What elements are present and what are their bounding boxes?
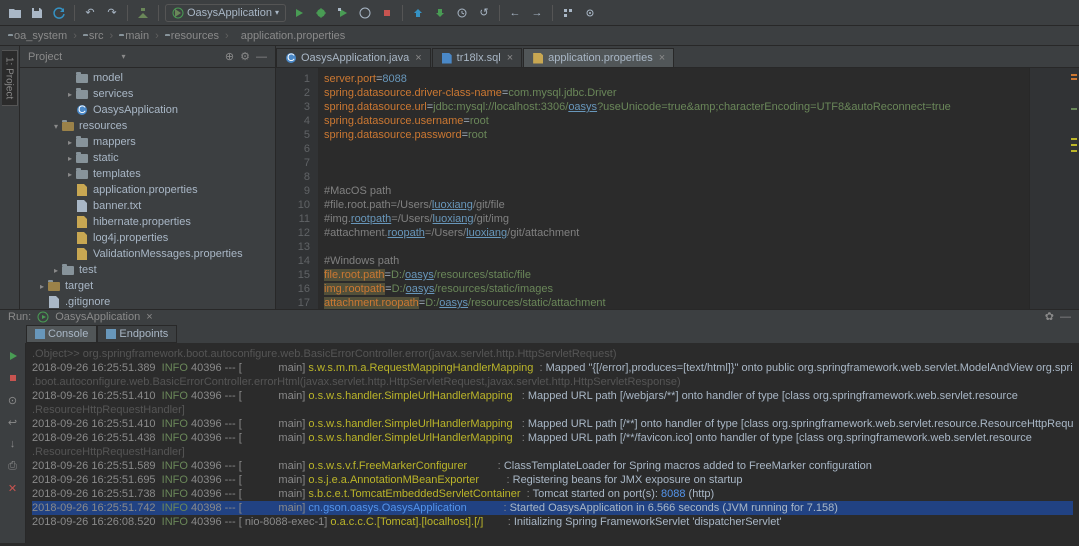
tree-node[interactable]: ▸target <box>20 278 275 294</box>
editor-tab[interactable]: COasysApplication.java× <box>276 48 431 67</box>
bc-2[interactable]: main <box>125 30 149 42</box>
stop-icon[interactable] <box>4 369 22 387</box>
bc-3[interactable]: resources <box>171 30 219 42</box>
vcs-update-icon[interactable] <box>409 4 427 22</box>
scroll-end-icon[interactable]: ↓ <box>4 435 22 453</box>
close-icon[interactable]: × <box>415 52 421 64</box>
editor-area: COasysApplication.java×tr18lx.sql×applic… <box>276 46 1079 309</box>
run-tab[interactable]: Endpoints <box>97 325 177 343</box>
close-icon[interactable]: × <box>507 52 513 64</box>
stop-icon[interactable] <box>378 4 396 22</box>
editor-tab[interactable]: application.properties× <box>523 48 674 67</box>
code-editor[interactable]: server.port=8088spring.datasource.driver… <box>318 68 1029 309</box>
tree-node[interactable]: ▸static <box>20 150 275 166</box>
run-label: Run: <box>8 311 31 323</box>
minimap[interactable] <box>1029 68 1079 309</box>
refresh-icon[interactable] <box>50 4 68 22</box>
open-file-icon[interactable] <box>6 4 24 22</box>
hide-icon[interactable]: — <box>256 51 267 63</box>
close-icon[interactable]: × <box>659 52 665 64</box>
clear-icon[interactable]: ✕ <box>4 479 22 497</box>
tree-node[interactable]: ValidationMessages.properties <box>20 246 275 262</box>
left-gutter: 1: Project <box>0 46 20 309</box>
undo-icon[interactable]: ↶ <box>81 4 99 22</box>
chevron-down-icon: ▾ <box>275 8 279 17</box>
close-thin-icon[interactable]: × <box>146 311 152 323</box>
breadcrumb: oa_system› src› main› resources› applica… <box>0 26 1079 46</box>
run-panel-header: Run: OasysApplication × ✿ — <box>0 309 1079 323</box>
back-icon[interactable]: ← <box>506 4 524 22</box>
tree-node[interactable]: ▾resources <box>20 118 275 134</box>
vcs-revert-icon[interactable]: ↺ <box>475 4 493 22</box>
run-icon[interactable] <box>290 4 308 22</box>
build-icon[interactable] <box>134 4 152 22</box>
run-tab[interactable]: Console <box>26 325 97 343</box>
run-config-label: OasysApplication <box>187 7 272 19</box>
pin-icon[interactable]: ⊙ <box>4 391 22 409</box>
print-icon[interactable]: ⎙ <box>4 457 22 475</box>
tree-node[interactable]: hibernate.properties <box>20 214 275 230</box>
settings-icon[interactable]: ⚙ <box>240 50 250 63</box>
redo-icon[interactable]: ↷ <box>103 4 121 22</box>
project-tool-tab[interactable]: 1: Project <box>2 50 18 106</box>
structure-icon[interactable] <box>559 4 577 22</box>
tree-node[interactable]: .gitignore <box>20 294 275 309</box>
forward-icon[interactable]: → <box>528 4 546 22</box>
panel-title: Project <box>28 51 115 63</box>
tree-node[interactable]: ▸test <box>20 262 275 278</box>
tree-node[interactable]: COasysApplication <box>20 102 275 118</box>
hide-icon[interactable]: — <box>1060 311 1071 323</box>
tree-node[interactable]: ▸mappers <box>20 134 275 150</box>
tree-node[interactable]: ▸templates <box>20 166 275 182</box>
debug-icon[interactable] <box>312 4 330 22</box>
run-config-selector[interactable]: OasysApplication ▾ <box>165 4 286 22</box>
collapse-icon[interactable]: ⊕ <box>225 50 234 63</box>
coverage-icon[interactable] <box>334 4 352 22</box>
settings-icon[interactable] <box>581 4 599 22</box>
main-toolbar: ↶ ↷ OasysApplication ▾ ↺ ← → <box>0 0 1079 26</box>
line-gutter: 12345678910111213141516171819 <box>276 68 318 309</box>
console-output[interactable]: .Object>> org.springframework.boot.autoc… <box>26 343 1079 543</box>
bc-4[interactable]: application.properties <box>241 30 346 42</box>
run-config-name: OasysApplication <box>55 311 140 323</box>
editor-tabs: COasysApplication.java×tr18lx.sql×applic… <box>276 46 1079 68</box>
tree-node[interactable]: application.properties <box>20 182 275 198</box>
console-toolbar: ⊙ ↩ ↓ ⎙ ✕ <box>0 343 26 543</box>
settings-icon[interactable]: ✿ <box>1045 310 1054 323</box>
project-tree[interactable]: model▸services COasysApplication▾resourc… <box>20 68 275 309</box>
svg-text:C: C <box>78 104 86 116</box>
vcs-history-icon[interactable] <box>453 4 471 22</box>
vcs-commit-icon[interactable] <box>431 4 449 22</box>
tree-node[interactable]: ▸services <box>20 86 275 102</box>
bc-0[interactable]: oa_system <box>14 30 67 42</box>
svg-text:C: C <box>287 52 295 64</box>
tree-node[interactable]: banner.txt <box>20 198 275 214</box>
soft-wrap-icon[interactable]: ↩ <box>4 413 22 431</box>
rerun-icon[interactable] <box>4 347 22 365</box>
save-icon[interactable] <box>28 4 46 22</box>
run-tabs: ConsoleEndpoints <box>0 323 1079 343</box>
editor-tab[interactable]: tr18lx.sql× <box>432 48 522 67</box>
profile-icon[interactable] <box>356 4 374 22</box>
project-panel: Project ▾ ⊕ ⚙ — model▸services COasysApp… <box>20 46 276 309</box>
tree-node[interactable]: model <box>20 70 275 86</box>
tree-node[interactable]: log4j.properties <box>20 230 275 246</box>
bc-1[interactable]: src <box>89 30 104 42</box>
